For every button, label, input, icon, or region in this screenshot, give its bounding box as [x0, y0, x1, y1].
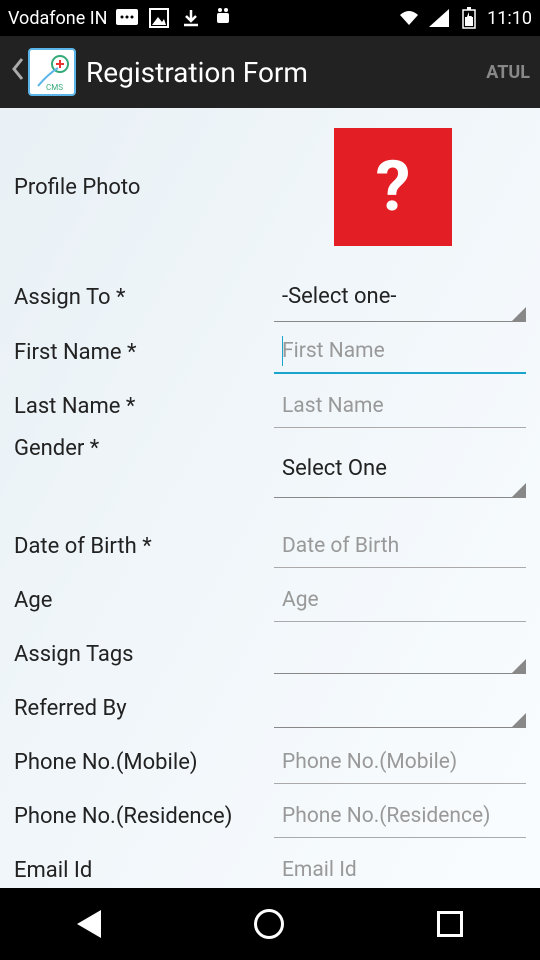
age-label: Age: [14, 588, 274, 613]
nav-back-button[interactable]: [77, 910, 101, 938]
assign-to-value: -Select one-: [282, 284, 396, 309]
gender-row: Gender * Select One: [14, 436, 526, 498]
last-name-input[interactable]: [274, 384, 526, 428]
phone-mobile-row: Phone No.(Mobile): [14, 738, 526, 786]
status-bar: Vodafone IN 11:10: [0, 0, 540, 36]
dropdown-triangle-icon: [512, 483, 526, 497]
email-row: Email Id: [14, 846, 526, 894]
app-header: CMS Registration Form ATUL: [0, 36, 540, 108]
registration-form: Profile Photo ? Assign To * -Select one-…: [0, 108, 540, 894]
email-input[interactable]: [274, 848, 526, 892]
last-name-row: Last Name *: [14, 382, 526, 430]
sms-icon: [115, 6, 139, 30]
profile-photo-placeholder[interactable]: ?: [334, 128, 452, 246]
dob-label: Date of Birth *: [14, 534, 274, 559]
last-name-label: Last Name *: [14, 394, 274, 419]
dropdown-triangle-icon: [512, 713, 526, 727]
assign-to-spinner[interactable]: -Select one-: [274, 272, 526, 322]
phone-residence-label: Phone No.(Residence): [14, 804, 274, 829]
image-icon: [147, 6, 171, 30]
question-mark-icon: ?: [376, 146, 411, 228]
age-row: Age: [14, 576, 526, 624]
download-icon: [179, 6, 203, 30]
assign-tags-row: Assign Tags: [14, 630, 526, 678]
text-cursor-icon: [282, 336, 283, 366]
nav-home-button[interactable]: [254, 909, 284, 939]
referred-by-spinner[interactable]: [274, 688, 526, 728]
carrier-label: Vodafone IN: [8, 8, 107, 29]
clock-label: 11:10: [487, 8, 532, 29]
svg-text:CMS: CMS: [46, 83, 63, 92]
signal-icon: [427, 6, 451, 30]
age-input[interactable]: [274, 578, 526, 622]
page-title: Registration Form: [86, 56, 486, 89]
user-label[interactable]: ATUL: [486, 62, 530, 83]
first-name-input[interactable]: [274, 330, 526, 374]
assign-to-row: Assign To * -Select one-: [14, 272, 526, 322]
dob-row: Date of Birth *: [14, 522, 526, 570]
assign-tags-label: Assign Tags: [14, 642, 274, 667]
home-circle-icon: [254, 909, 284, 939]
status-left: Vodafone IN: [8, 6, 397, 30]
profile-photo-row: Profile Photo ?: [14, 122, 526, 252]
app-logo-icon: CMS: [28, 48, 76, 96]
email-label: Email Id: [14, 858, 274, 883]
android-icon: [211, 6, 235, 30]
status-right: 11:10: [397, 6, 532, 30]
gender-value: Select One: [282, 456, 387, 481]
first-name-label: First Name *: [14, 340, 274, 365]
dob-input[interactable]: [274, 524, 526, 568]
profile-photo-label: Profile Photo: [14, 175, 274, 200]
gender-label: Gender *: [14, 436, 274, 461]
assign-tags-spinner[interactable]: [274, 634, 526, 674]
assign-to-label: Assign To *: [14, 285, 274, 310]
phone-residence-row: Phone No.(Residence): [14, 792, 526, 840]
nav-recent-button[interactable]: [437, 911, 463, 937]
back-button[interactable]: [10, 55, 24, 90]
phone-residence-input[interactable]: [274, 794, 526, 838]
phone-mobile-input[interactable]: [274, 740, 526, 784]
back-triangle-icon: [77, 910, 101, 938]
referred-by-label: Referred By: [14, 696, 274, 721]
recent-square-icon: [437, 911, 463, 937]
navigation-bar: [0, 888, 540, 960]
dropdown-triangle-icon: [512, 659, 526, 673]
phone-mobile-label: Phone No.(Mobile): [14, 750, 274, 775]
referred-by-row: Referred By: [14, 684, 526, 732]
first-name-row: First Name *: [14, 328, 526, 376]
battery-icon: [457, 6, 481, 30]
spacer: [14, 504, 526, 522]
gender-spinner[interactable]: Select One: [274, 440, 526, 498]
dropdown-triangle-icon: [512, 307, 526, 321]
wifi-icon: [397, 6, 421, 30]
